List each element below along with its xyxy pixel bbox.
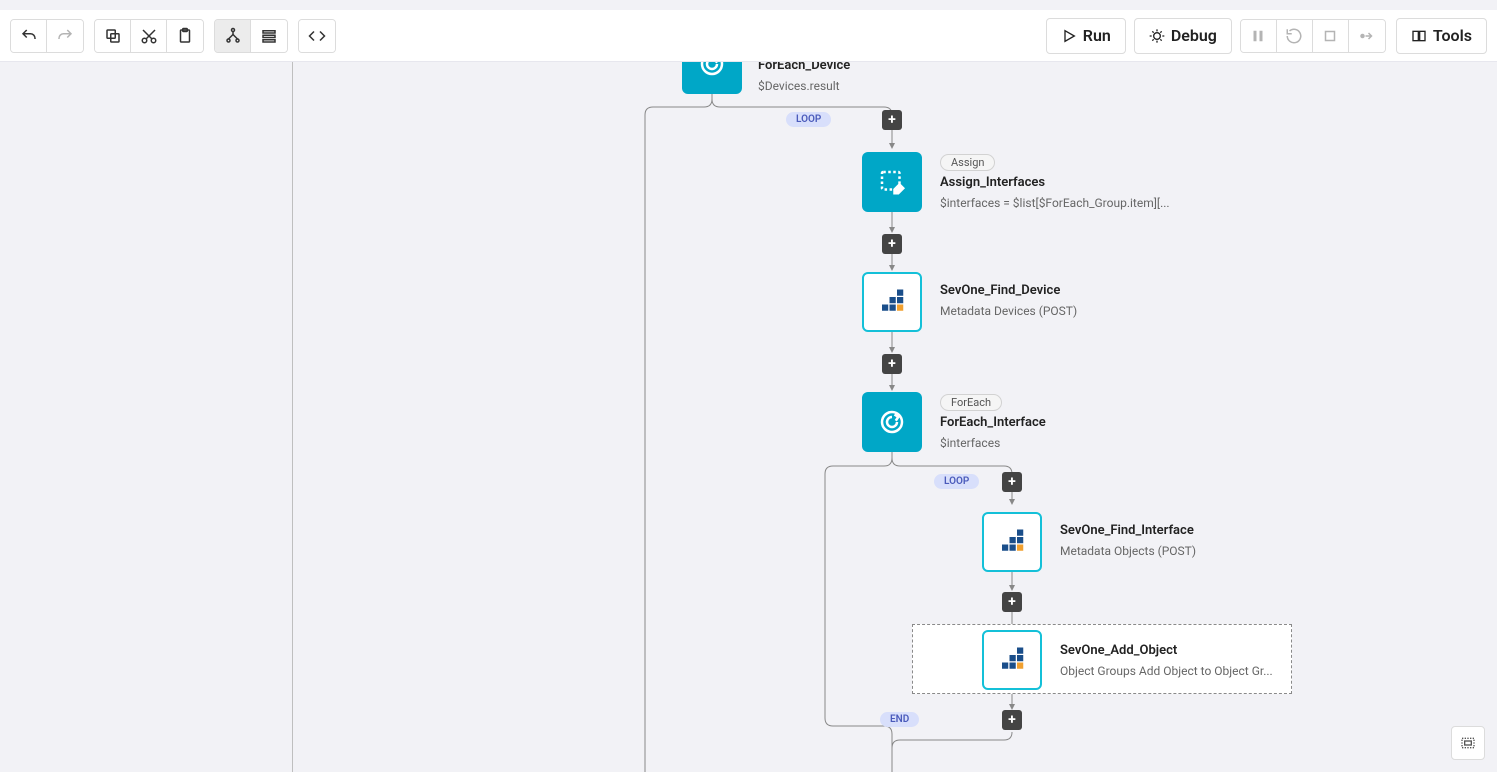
foreach-device-sub: $Devices.result xyxy=(758,78,850,95)
run-button[interactable]: Run xyxy=(1046,18,1126,54)
minimap-button[interactable] xyxy=(1451,726,1485,760)
assign-node[interactable] xyxy=(862,152,922,212)
end-pill: END xyxy=(880,712,919,727)
foreach-interface-node[interactable] xyxy=(862,392,922,452)
foreach-device-node[interactable] xyxy=(682,62,742,94)
toolbar: Run Debug Tools xyxy=(0,10,1497,62)
paste-button[interactable] xyxy=(167,20,203,52)
assign-title: Assign_Interfaces xyxy=(940,174,1170,192)
loop-pill-1: LOOP xyxy=(786,112,831,127)
find-device-sub: Metadata Devices (POST) xyxy=(940,303,1077,320)
find-iface-sub: Metadata Objects (POST) xyxy=(1060,543,1196,560)
step-button xyxy=(1349,20,1385,52)
assign-sub: $interfaces = $list[$ForEach_Group.item]… xyxy=(940,195,1170,212)
add-object-sub: Object Groups Add Object to Object Gr... xyxy=(1060,663,1273,680)
debug-label: Debug xyxy=(1171,26,1217,45)
foreach-device-title: ForEach_Device xyxy=(758,62,850,75)
cut-button[interactable] xyxy=(131,20,167,52)
run-label: Run xyxy=(1083,26,1111,45)
redo-button[interactable] xyxy=(47,20,83,52)
add-object-title: SevOne_Add_Object xyxy=(1060,642,1273,660)
add-node-button[interactable]: + xyxy=(882,234,902,254)
find-device-title: SevOne_Find_Device xyxy=(940,282,1077,300)
add-node-button[interactable]: + xyxy=(882,110,902,130)
add-node-button[interactable]: + xyxy=(1002,472,1022,492)
list-view-button[interactable] xyxy=(251,20,287,52)
foreach-iface-title: ForEach_Interface xyxy=(940,414,1046,432)
foreach-iface-chip: ForEach xyxy=(940,394,1002,411)
debug-button[interactable]: Debug xyxy=(1134,18,1232,54)
tree-view-button[interactable] xyxy=(215,20,251,52)
add-node-button[interactable]: + xyxy=(1002,592,1022,612)
find-iface-title: SevOne_Find_Interface xyxy=(1060,522,1196,540)
flow-canvas[interactable]: ForEach_Device $Devices.result LOOP + As… xyxy=(0,62,1497,772)
find-interface-node[interactable] xyxy=(982,512,1042,572)
copy-button[interactable] xyxy=(95,20,131,52)
side-divider xyxy=(292,62,293,772)
tools-button[interactable]: Tools xyxy=(1396,18,1487,54)
assign-chip: Assign xyxy=(940,154,995,171)
pause-button xyxy=(1241,20,1277,52)
foreach-iface-sub: $interfaces xyxy=(940,435,1046,452)
tools-label: Tools xyxy=(1433,26,1472,45)
add-object-node[interactable] xyxy=(982,630,1042,690)
code-view-button[interactable] xyxy=(299,20,335,52)
restart-button xyxy=(1277,20,1313,52)
stop-button xyxy=(1313,20,1349,52)
add-node-button[interactable]: + xyxy=(882,354,902,374)
undo-button[interactable] xyxy=(11,20,47,52)
add-node-button[interactable]: + xyxy=(1002,710,1022,730)
loop-pill-2: LOOP xyxy=(934,474,979,489)
find-device-node[interactable] xyxy=(862,272,922,332)
